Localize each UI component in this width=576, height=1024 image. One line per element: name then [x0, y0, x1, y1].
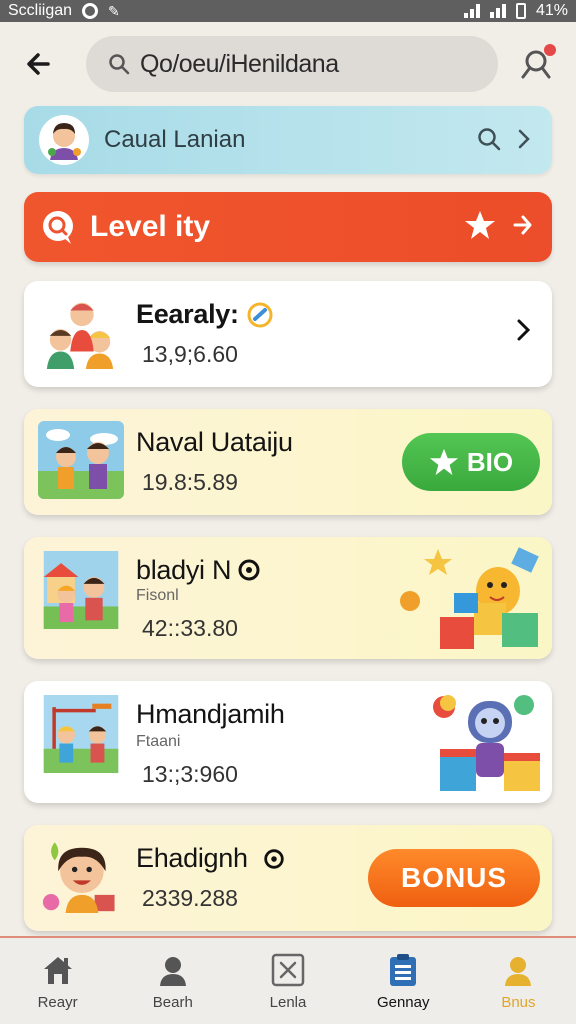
character-thumbnail — [42, 842, 115, 913]
chevron-right-icon[interactable] — [514, 126, 534, 152]
nav-label: Bnus — [501, 994, 536, 1011]
card-title: bladyi N — [136, 555, 232, 585]
wifi-icon — [489, 4, 506, 18]
nav-label: Reayr — [37, 994, 78, 1011]
card-title: Naval Uataiju — [136, 427, 293, 457]
toy-blocks-illustration — [400, 547, 539, 649]
bottom-navigation: Reayr Bearh Lenla Gennay Bnus — [0, 936, 576, 1024]
badge-icon — [247, 302, 273, 328]
star-icon[interactable] — [464, 209, 496, 241]
battery-icon — [515, 3, 526, 19]
clipboard-icon — [390, 954, 417, 986]
notification-button[interactable] — [518, 44, 558, 84]
avatar — [39, 115, 89, 165]
list-item[interactable]: Ehadignh 2339.288 BONUS — [24, 825, 552, 931]
kids-illustration — [39, 293, 123, 371]
search-icon[interactable] — [476, 126, 502, 152]
person-icon — [159, 957, 186, 986]
list-item[interactable]: Eearaly: 13,9;6.60 — [24, 281, 552, 387]
card-value: 42::33.80 — [142, 615, 238, 641]
status-app-label: Sccliigan — [8, 2, 73, 19]
record-icon — [82, 3, 99, 19]
profile-bar[interactable]: Caual Lanian — [24, 106, 552, 174]
badge-icon — [238, 559, 260, 581]
search-icon — [109, 54, 130, 75]
level-label: Level ity — [90, 210, 211, 243]
user-gold-icon — [505, 957, 532, 986]
robot-gifts-illustration — [433, 695, 540, 791]
signal-icon — [463, 4, 480, 18]
nav-label: Lenla — [269, 994, 307, 1011]
notification-badge — [544, 44, 556, 56]
card-title: Eearaly: — [136, 299, 239, 329]
card-title: Hmandjamih — [136, 699, 285, 729]
profile-name: Caual Lanian — [104, 126, 246, 153]
back-button[interactable] — [22, 46, 58, 82]
card-title: Ehadignh — [136, 843, 248, 873]
star-icon — [429, 448, 458, 476]
pen-icon: ✎ — [108, 2, 120, 19]
card-value: 13,9;6.60 — [142, 341, 238, 367]
nav-item-lenla[interactable]: Lenla — [230, 938, 345, 1024]
nav-item-bnus[interactable]: Bnus — [461, 938, 576, 1024]
chevron-right-icon[interactable] — [512, 315, 536, 345]
search-input[interactable]: Qo/oeu/iHenildana — [86, 36, 498, 92]
nav-label: Bearh — [152, 994, 193, 1011]
card-subtitle: Ftaani — [136, 733, 181, 750]
chat-search-icon — [43, 211, 73, 244]
card-value: 19.8:5.89 — [142, 469, 238, 495]
card-value: 13:;3:960 — [142, 761, 238, 787]
card-value: 2339.288 — [142, 885, 238, 911]
bonus-button-label: BONUS — [400, 862, 508, 893]
close-box-icon — [271, 953, 305, 987]
home-icon — [43, 957, 72, 984]
kids-park-thumbnail — [38, 421, 124, 499]
nav-item-bearh[interactable]: Bearh — [115, 938, 230, 1024]
search-text: Qo/oeu/iHenildana — [140, 49, 339, 78]
kids-house-thumbnail — [43, 551, 119, 629]
level-bar[interactable]: Level ity — [24, 192, 552, 262]
bonus-button[interactable]: BONUS — [368, 849, 540, 907]
list-item[interactable]: bladyi N Fisonl 42::33.80 — [24, 537, 552, 659]
card-subtitle: Fisonl — [136, 587, 179, 604]
nav-item-reayr[interactable]: Reayr — [0, 938, 115, 1024]
bio-button-label: BIO — [466, 446, 514, 477]
arrow-right-icon[interactable] — [512, 209, 534, 241]
badge-icon — [264, 849, 284, 869]
header: Qo/oeu/iHenildana — [0, 22, 576, 106]
arrow-left-icon — [27, 53, 50, 75]
battery-percent: 41% — [535, 2, 568, 19]
status-bar: Sccliigan ✎ 41% — [0, 0, 576, 22]
list-item[interactable]: Naval Uataiju 19.8:5.89 BIO — [24, 409, 552, 515]
nav-label: Gennay — [376, 994, 430, 1011]
kids-playground-thumbnail — [43, 695, 119, 773]
list-item[interactable]: Hmandjamih Ftaani 13:;3:960 — [24, 681, 552, 803]
nav-item-gennay[interactable]: Gennay — [346, 938, 461, 1024]
bio-button[interactable]: BIO — [402, 433, 540, 491]
